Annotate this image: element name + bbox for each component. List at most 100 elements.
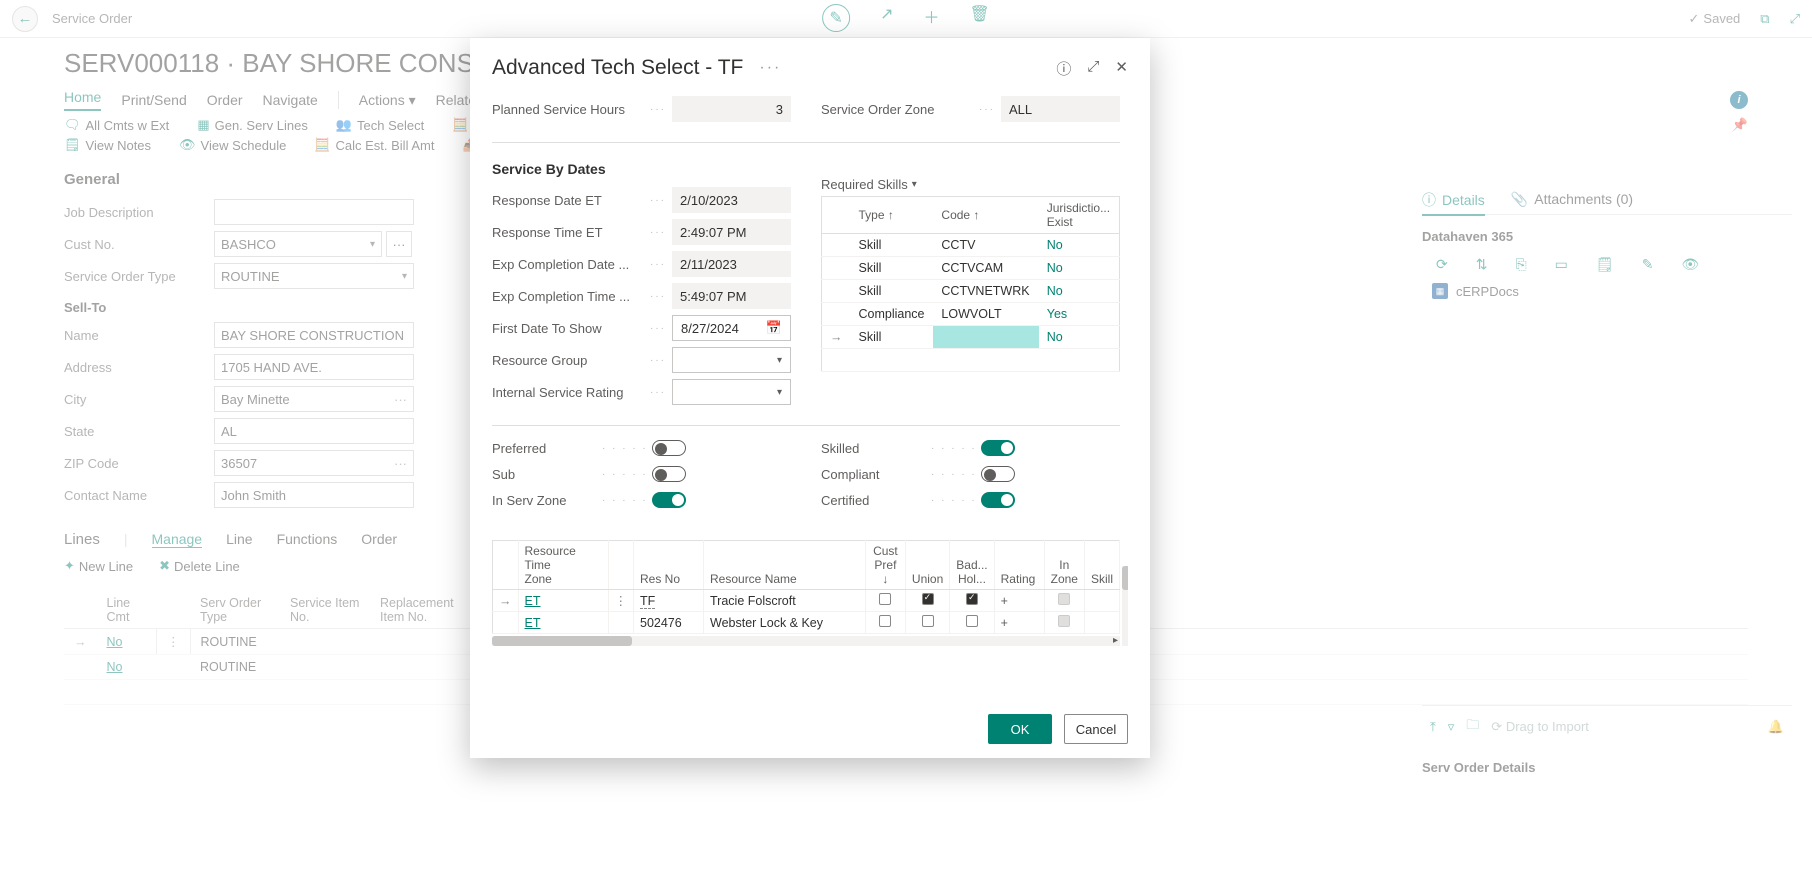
lines-tab-order[interactable]: Order bbox=[361, 531, 397, 547]
resp-date-field[interactable]: 2/10/2023 bbox=[672, 187, 791, 213]
th-skill[interactable]: Skill bbox=[1084, 541, 1119, 590]
dh-note-icon[interactable]: 🗒 bbox=[1596, 256, 1614, 273]
th-res-no[interactable]: Res No bbox=[634, 541, 704, 590]
checkbox-bad-hol[interactable] bbox=[966, 593, 978, 605]
resource-row[interactable]: ET 502476 Webster Lock & Key + bbox=[493, 612, 1120, 634]
cancel-button[interactable]: Cancel bbox=[1064, 714, 1128, 744]
action-tech-select[interactable]: 👥Tech Select bbox=[336, 117, 424, 133]
new-line-button[interactable]: ✦New Line bbox=[64, 558, 133, 574]
horizontal-scrollbar[interactable]: ▸ bbox=[492, 636, 1120, 646]
modal-info-icon[interactable]: ⓘ bbox=[1056, 58, 1071, 79]
ok-button[interactable]: OK bbox=[988, 714, 1052, 744]
th-in-zone[interactable]: In Zone bbox=[1044, 541, 1084, 590]
contact-name-input[interactable]: John Smith bbox=[214, 482, 414, 508]
checkbox-union[interactable] bbox=[922, 615, 934, 627]
dh-view-icon[interactable]: 👁 bbox=[1681, 256, 1699, 273]
th-skill-code[interactable]: Code ↑ bbox=[933, 197, 1038, 234]
toggle-skilled[interactable] bbox=[981, 440, 1015, 456]
dh-edit-icon[interactable]: ✎ bbox=[1642, 256, 1654, 273]
menu-actions[interactable]: Actions ▾ bbox=[359, 92, 416, 109]
exp-time-field[interactable]: 5:49:07 PM bbox=[672, 283, 791, 309]
side-tab-details[interactable]: ⓘ Details bbox=[1422, 190, 1485, 216]
required-skills-heading[interactable]: Required Skills bbox=[821, 177, 1120, 192]
back-button[interactable]: ← bbox=[12, 6, 38, 32]
action-all-cmts[interactable]: 🗨All Cmts w Ext bbox=[64, 117, 169, 133]
lines-tab-functions[interactable]: Functions bbox=[277, 531, 338, 547]
checkbox-bad-hol[interactable] bbox=[966, 615, 978, 627]
rating-plus-icon[interactable]: + bbox=[1001, 594, 1008, 608]
popout-icon[interactable]: ⧉ bbox=[1760, 11, 1769, 27]
skill-row[interactable]: SkillCCTVCAMNo bbox=[822, 257, 1120, 280]
modal-close-icon[interactable]: ✕ bbox=[1115, 58, 1128, 79]
exp-date-field[interactable]: 2/11/2023 bbox=[672, 251, 791, 277]
th-replacement-item[interactable]: Replacement Item No. bbox=[370, 592, 470, 629]
bell-icon[interactable]: 🔔 bbox=[1768, 719, 1784, 735]
upload-icon[interactable]: ⤒ bbox=[1430, 719, 1436, 735]
resource-group-select[interactable] bbox=[672, 347, 791, 373]
service-order-type-select[interactable]: ROUTINE bbox=[214, 263, 414, 289]
folder-add-icon[interactable]: 🗀 bbox=[1466, 716, 1479, 738]
lines-tab-manage[interactable]: Manage bbox=[152, 531, 203, 548]
resp-time-field[interactable]: 2:49:07 PM bbox=[672, 219, 791, 245]
internal-rating-select[interactable] bbox=[672, 379, 791, 405]
skill-row[interactable]: →SkillNo bbox=[822, 326, 1120, 349]
dh-tree-icon[interactable]: ⇅ bbox=[1476, 256, 1488, 273]
delete-record-icon[interactable]: 🗑 bbox=[970, 4, 990, 32]
skill-row[interactable] bbox=[822, 349, 1120, 372]
toggle-certified[interactable] bbox=[981, 492, 1015, 508]
pin-icon[interactable]: 📌 bbox=[1732, 117, 1748, 133]
menu-order[interactable]: Order bbox=[207, 92, 243, 108]
dh-item-cerpdocs[interactable]: ▦ cERPDocs bbox=[1422, 277, 1792, 305]
job-description-input[interactable] bbox=[214, 199, 414, 225]
th-so-type[interactable]: Serv Order Type bbox=[190, 592, 280, 629]
info-badge-icon[interactable]: i bbox=[1730, 91, 1748, 109]
side-tab-attachments[interactable]: 📎 Attachments (0) bbox=[1511, 190, 1633, 208]
rating-plus-icon[interactable]: + bbox=[1001, 616, 1008, 630]
th-res-tz[interactable]: Resource Time Zone bbox=[518, 541, 608, 590]
menu-navigate[interactable]: Navigate bbox=[263, 92, 318, 108]
checkbox-cust-pref[interactable] bbox=[879, 615, 891, 627]
resource-row[interactable]: → ET ⋮ TF Tracie Folscroft + bbox=[493, 590, 1120, 612]
th-union[interactable]: Union bbox=[905, 541, 949, 590]
dh-copy-icon[interactable]: ⎘ bbox=[1515, 256, 1526, 273]
state-input[interactable]: AL bbox=[214, 418, 414, 444]
vertical-scrollbar[interactable] bbox=[1122, 566, 1128, 646]
action-calc-bill[interactable]: 🧮Calc Est. Bill Amt bbox=[314, 137, 434, 153]
th-skill-jur[interactable]: Jurisdictio... Exist bbox=[1039, 197, 1120, 234]
th-skill-type[interactable]: Type ↑ bbox=[851, 197, 934, 234]
checkbox-cust-pref[interactable] bbox=[879, 593, 891, 605]
cust-no-lookup-button[interactable]: ··· bbox=[386, 231, 412, 257]
th-bad-hol[interactable]: Bad... Hol... bbox=[950, 541, 994, 590]
city-input[interactable]: Bay Minette··· bbox=[214, 386, 414, 412]
th-service-item[interactable]: Service Item No. bbox=[280, 592, 370, 629]
toggle-sub[interactable] bbox=[652, 466, 686, 482]
th-line-cmt[interactable]: Line Cmt bbox=[97, 592, 157, 629]
modal-expand-icon[interactable]: ⤢ bbox=[1087, 58, 1099, 79]
lines-tab-line[interactable]: Line bbox=[226, 531, 252, 547]
planned-hours-field[interactable]: 3 bbox=[672, 96, 791, 122]
delete-line-button[interactable]: ✖Delete Line bbox=[159, 558, 240, 574]
resource-table[interactable]: Resource Time Zone Res No Resource Name … bbox=[492, 540, 1120, 634]
toggle-in-serv-zone[interactable] bbox=[652, 492, 686, 508]
edit-record-icon[interactable]: ✎ bbox=[822, 4, 850, 32]
skill-row[interactable]: ComplianceLOWVOLTYes bbox=[822, 303, 1120, 326]
toggle-preferred[interactable] bbox=[652, 440, 686, 456]
toggle-compliant[interactable] bbox=[981, 466, 1015, 482]
expand-icon[interactable]: ⤢ bbox=[1790, 11, 1800, 27]
modal-more-icon[interactable]: ··· bbox=[759, 59, 781, 77]
checkbox-union[interactable] bbox=[922, 593, 934, 605]
menu-print[interactable]: Print/Send bbox=[121, 92, 186, 108]
new-record-icon[interactable]: ＋ bbox=[924, 4, 940, 32]
required-skills-table[interactable]: Type ↑ Code ↑ Jurisdictio... Exist Skill… bbox=[821, 196, 1120, 372]
dropdown-icon[interactable]: ▿ bbox=[1448, 719, 1455, 735]
zone-field[interactable]: ALL bbox=[1001, 96, 1120, 122]
address-input[interactable]: 1705 HAND AVE. bbox=[214, 354, 414, 380]
action-view-notes[interactable]: 🗒View Notes bbox=[64, 137, 151, 153]
dh-card-icon[interactable]: ▭ bbox=[1555, 256, 1568, 273]
calendar-icon[interactable]: 📅 bbox=[766, 320, 782, 336]
share-icon[interactable]: ↗ bbox=[880, 4, 893, 32]
dh-refresh-icon[interactable]: ⟳ bbox=[1436, 256, 1448, 273]
skill-row[interactable]: SkillCCTVNETWRKNo bbox=[822, 280, 1120, 303]
zip-input[interactable]: 36507··· bbox=[214, 450, 414, 476]
cust-no-select[interactable]: BASHCO bbox=[214, 231, 382, 257]
